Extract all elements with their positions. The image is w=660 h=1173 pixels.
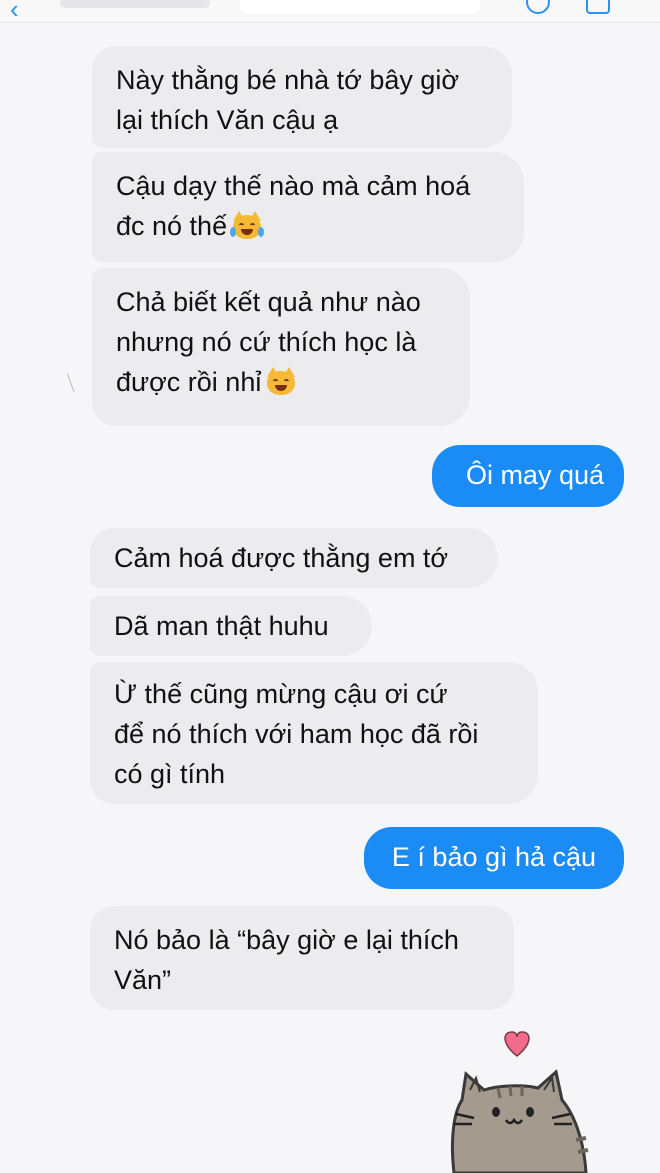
call-icon[interactable] [526, 0, 550, 14]
message-line: Này thằng bé nhà tớ bây giờ [116, 65, 460, 95]
chat-header: ‹ [0, 0, 660, 25]
message-bubble-incoming[interactable]: Ừ thế cũng mừng cậu ơi cứ để nó thích vớ… [90, 662, 538, 804]
info-icon[interactable] [586, 0, 610, 14]
message-bubble-incoming[interactable]: Chả biết kết quả như nào nhưng nó cứ thí… [92, 268, 470, 426]
message-line: đc nó thế [116, 206, 504, 246]
cat-tears-of-joy-icon [230, 211, 265, 241]
message-bubble-outgoing[interactable]: E í bảo gì hả cậu [364, 827, 624, 889]
message-line: nhưng nó cứ thích học là [116, 327, 417, 357]
message-line: lại thích Văn cậu ạ [116, 105, 339, 135]
back-arrow-icon[interactable]: ‹ [10, 0, 19, 25]
message-line: Cậu dạy thế nào mà cảm hoá [116, 171, 471, 201]
message-line: E í bảo gì hả cậu [391, 842, 597, 872]
message-line: có gì tính [114, 759, 226, 789]
message-line: Chả biết kết quả như nào [116, 287, 421, 317]
contact-name-blurred [60, 0, 210, 8]
message-line: Cảm hoá được thằng em tớ [114, 543, 449, 573]
message-bubble-incoming[interactable]: Cảm hoá được thằng em tớ [90, 528, 498, 588]
heart-icon [504, 1031, 530, 1057]
message-line: Ôi may quá [465, 460, 604, 490]
message-line: để nó thích với ham học đã rồi [114, 719, 479, 749]
message-bubble-incoming[interactable]: Cậu dạy thế nào mà cảm hoá đc nó thế [92, 152, 524, 262]
message-bubble-incoming[interactable]: Dã man thật huhu [90, 596, 372, 656]
contact-status-blurred [240, 0, 480, 14]
message-bubble-incoming[interactable]: Nó bảo là “bây giờ e lại thích Văn” [90, 906, 514, 1010]
message-line: Ừ thế cũng mừng cậu ơi cứ [114, 679, 448, 709]
message-bubble-outgoing[interactable]: Ôi may quá [432, 445, 624, 507]
grinning-cat-icon [265, 367, 297, 397]
scroll-mark [66, 371, 79, 393]
message-bubble-incoming[interactable]: Này thằng bé nhà tớ bây giờ lại thích Vă… [92, 46, 512, 148]
message-line: Văn” [114, 965, 172, 995]
pusheen-sticker[interactable] [440, 1028, 610, 1173]
message-line: Dã man thật huhu [114, 611, 329, 641]
message-line: được rồi nhỉ [116, 362, 450, 402]
message-line: Nó bảo là “bây giờ e lại thích [114, 925, 459, 955]
